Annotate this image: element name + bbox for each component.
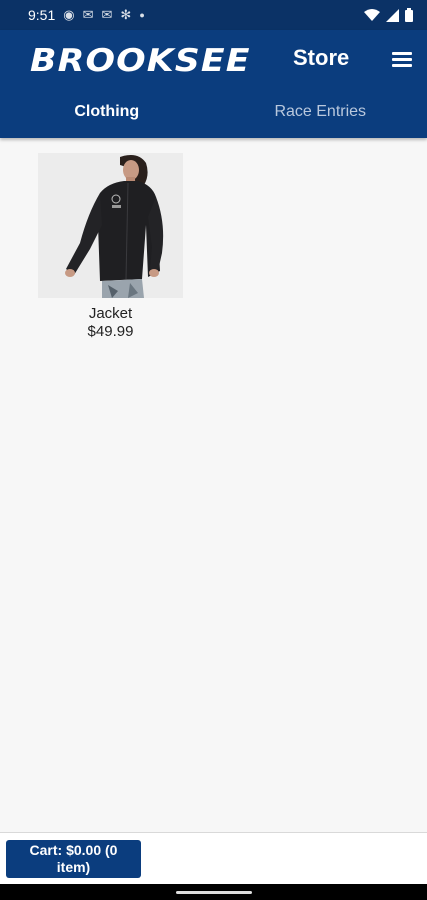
- mail-icon: ✉: [82, 7, 94, 22]
- tab-race-entries[interactable]: Race Entries: [214, 86, 427, 138]
- product-card[interactable]: Jacket $49.99: [38, 153, 183, 341]
- dot-icon: ●: [139, 10, 145, 20]
- cart-button[interactable]: Cart: $0.00 (0 item): [6, 840, 141, 878]
- brand-logo[interactable]: BROOKSEE: [30, 43, 251, 79]
- wifi-icon: [364, 8, 380, 21]
- tab-clothing[interactable]: Clothing: [0, 86, 214, 138]
- system-nav-bar: [0, 884, 427, 900]
- app-bar: BROOKSEE Store Clothing Race Entries: [0, 30, 427, 138]
- menu-line: [392, 64, 412, 67]
- tab-bar: Clothing Race Entries: [0, 86, 427, 138]
- gear-icon: ✻: [120, 7, 132, 22]
- bottom-bar: Cart: $0.00 (0 item): [0, 832, 427, 885]
- g-icon: ◉: [63, 7, 75, 22]
- status-right: [364, 8, 413, 22]
- page-title: Store: [293, 45, 350, 70]
- hamburger-menu-icon[interactable]: [392, 52, 412, 67]
- menu-line: [392, 58, 412, 61]
- menu-line: [392, 52, 412, 55]
- signal-icon: [386, 8, 399, 22]
- status-time: 9:51: [28, 7, 56, 23]
- battery-icon: [405, 8, 413, 22]
- status-bar: 9:51 ◉ ✉ ✉ ✻ ●: [0, 0, 427, 30]
- home-handle[interactable]: [176, 891, 252, 894]
- mail-icon: ✉: [101, 7, 113, 22]
- jacket-photo: [38, 153, 183, 298]
- status-left: 9:51 ◉ ✉ ✉ ✻ ●: [28, 7, 145, 23]
- product-name: Jacket: [88, 305, 133, 322]
- product-price: $49.99: [87, 323, 134, 340]
- product-image[interactable]: [38, 153, 183, 298]
